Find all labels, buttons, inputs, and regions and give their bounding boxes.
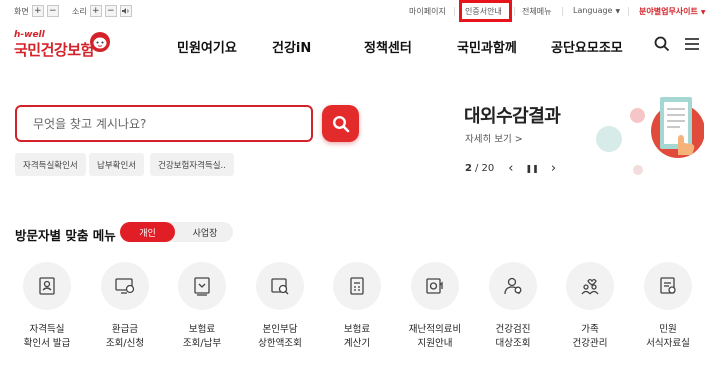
nav-policy-center[interactable]: 정책센터: [364, 37, 412, 56]
visitor-type-toggle: 개인 사업장: [120, 222, 233, 242]
menu-item-catastrophic-medical[interactable]: 재난적의료비 지원안내: [396, 262, 474, 351]
id-card-icon: [39, 277, 55, 295]
calculator-icon: [350, 277, 364, 295]
menu-item-family-health[interactable]: 가족 건강관리: [551, 262, 629, 351]
search-input[interactable]: [17, 107, 311, 140]
pause-button[interactable]: ❚❚: [525, 164, 538, 173]
monitor-icon: [115, 278, 135, 294]
sound-label: 소리: [72, 6, 87, 16]
banner-more-link[interactable]: 자세히 보기 >: [465, 131, 523, 145]
utility-bar: 화면 + − 소리 + − 마이페이지 인증서안내 전체메뉴 Language ▼…: [0, 0, 720, 22]
menu-item-refund[interactable]: 환급금 조회/신청: [86, 262, 164, 351]
menu-item-label: 건강검진 대상조회: [495, 324, 531, 349]
family-icon: [581, 278, 599, 295]
menu-item-premium-payment[interactable]: 보험료 조회/납부: [163, 262, 241, 351]
search-tag[interactable]: 납부확인서: [89, 153, 145, 176]
chevron-down-icon: ▼: [700, 9, 706, 16]
search-tag[interactable]: 건강보험자격득실..: [150, 153, 234, 176]
menu-item-label: 민원 서식자료실: [646, 324, 690, 349]
document-illustration: [651, 97, 704, 158]
menu-item-label: 본인부담 상한액조회: [258, 324, 302, 349]
search-box: [15, 105, 313, 142]
menu-item-copay-limit[interactable]: 본인부담 상한액조회: [241, 262, 319, 351]
hamburger-menu-icon[interactable]: [684, 36, 700, 52]
screen-zoom-out-button[interactable]: −: [46, 5, 59, 17]
menu-item-label: 보험료 계산기: [343, 324, 371, 349]
divider: [562, 7, 563, 16]
nav-health-in[interactable]: 건강iN: [272, 37, 311, 56]
next-button[interactable]: ›: [551, 161, 556, 176]
menu-item-form-library[interactable]: 민원 서식자료실: [629, 262, 707, 351]
banner-pager: 2 / 20 ‹ ❚❚ ›: [465, 161, 556, 176]
search-icon[interactable]: [654, 36, 670, 52]
section-title: 방문자별 맞춤 메뉴: [15, 228, 116, 243]
menu-icon-circle: [489, 262, 537, 310]
page-total: / 20: [474, 163, 495, 174]
logo-name: 국민건강보험: [14, 41, 94, 59]
menu-icon-circle: [411, 262, 459, 310]
nav-civil-service[interactable]: 민원여기요: [177, 37, 237, 56]
search-icon: [332, 115, 349, 132]
magnifier-document-icon: [271, 278, 289, 295]
nav-with-people[interactable]: 국민과함께: [457, 37, 517, 56]
search-button[interactable]: [322, 105, 359, 142]
decorative-circle: [633, 165, 643, 175]
menu-item-qualification-certificate[interactable]: 자격득실 확인서 발급: [8, 262, 86, 351]
logo-mark-icon: [90, 32, 110, 52]
banner-title: 대외수감결과: [464, 106, 561, 127]
mypage-link[interactable]: 마이페이지: [409, 6, 446, 17]
speaker-button[interactable]: [119, 5, 132, 17]
site-logo[interactable]: h-well 국민건강보험: [14, 30, 110, 60]
menu-item-label: 재난적의료비 지원안내: [408, 324, 462, 349]
decorative-circle: [596, 126, 622, 152]
speaker-icon: [121, 8, 129, 14]
language-selector[interactable]: Language ▼: [573, 6, 620, 15]
menu-item-label: 가족 건강관리: [572, 324, 608, 349]
document-heart-icon: [194, 277, 210, 296]
tab-business[interactable]: 사업장: [177, 222, 233, 242]
volume-down-button[interactable]: −: [104, 5, 117, 17]
menu-icon-circle: [644, 262, 692, 310]
menu-item-label: 자격득실 확인서 발급: [23, 324, 71, 349]
decorative-circle: [630, 108, 645, 123]
menu-icon-circle: [23, 262, 71, 310]
person-icon: [504, 277, 522, 295]
menu-item-premium-calculator[interactable]: 보험료 계산기: [318, 262, 396, 351]
search-tag[interactable]: 자격득실확인서: [15, 153, 86, 176]
coin-document-icon: [426, 278, 443, 294]
field-site-selector[interactable]: 분야별업무사이트 ▼: [639, 6, 706, 17]
prev-button[interactable]: ‹: [508, 161, 513, 176]
page-current: 2: [465, 163, 472, 174]
menu-item-label: 보험료 조회/납부: [182, 324, 222, 349]
form-document-icon: [660, 277, 676, 294]
menu-icon-circle: [333, 262, 381, 310]
menu-icon-circle: [256, 262, 304, 310]
volume-up-button[interactable]: +: [89, 5, 102, 17]
divider: [514, 7, 515, 16]
divider: [454, 7, 455, 16]
screen-label: 화면: [14, 6, 29, 16]
all-menu-link[interactable]: 전체메뉴: [522, 6, 551, 17]
highlight-box: [459, 0, 512, 22]
menu-item-label: 환급금 조회/신청: [105, 324, 145, 349]
menu-icon-circle: [566, 262, 614, 310]
nav-about-corp[interactable]: 공단요모조모: [551, 37, 623, 56]
tab-personal[interactable]: 개인: [120, 222, 175, 242]
screen-size-control: 화면 + −: [14, 5, 59, 17]
sound-control: 소리 + −: [72, 5, 132, 17]
chevron-down-icon: ▼: [615, 8, 621, 15]
divider: [628, 7, 629, 16]
menu-item-health-checkup[interactable]: 건강검진 대상조회: [474, 262, 552, 351]
menu-icon-circle: [178, 262, 226, 310]
screen-zoom-in-button[interactable]: +: [31, 5, 44, 17]
menu-icon-circle: [101, 262, 149, 310]
